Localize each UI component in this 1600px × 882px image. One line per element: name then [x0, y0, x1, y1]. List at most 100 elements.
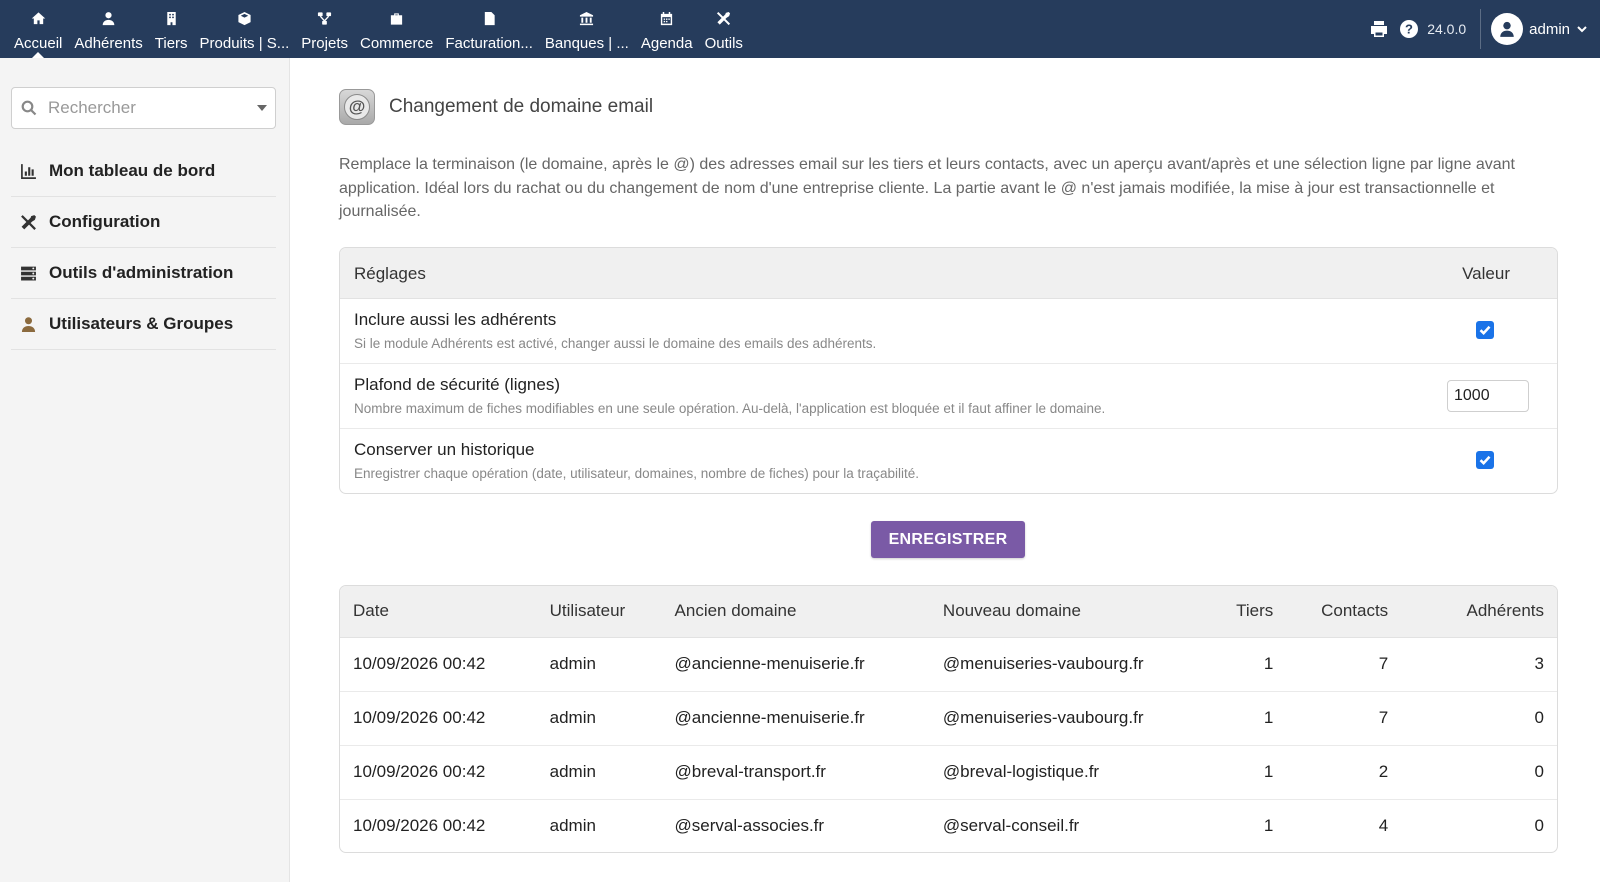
setting-keep-history: Conserver un historique Enregistrer chaq… [340, 429, 1557, 493]
cell-tiers: 1 [1263, 816, 1274, 836]
sidebar-item-users-groups[interactable]: Utilisateurs & Groupes [11, 299, 276, 350]
cell-members: 0 [1534, 816, 1544, 836]
nav-tiers[interactable]: Tiers [149, 0, 194, 58]
column-header-contacts[interactable]: Contacts [1286, 586, 1402, 638]
nav-label: Adhérents [74, 35, 143, 52]
safety-limit-input[interactable]: 1000 [1447, 380, 1529, 412]
settings-header-value: Valeur [1462, 264, 1510, 283]
cell-tiers: 1 [1163, 637, 1287, 692]
column-header-tiers[interactable]: Tiers [1163, 586, 1287, 638]
settings-panel: Réglages Valeur Inclure aussi les adhére… [339, 247, 1558, 494]
sidebar-item-label: Mon tableau de bord [49, 161, 216, 180]
column-header-user[interactable]: Utilisateur [536, 586, 662, 638]
page-header: @ Changement de domaine email [339, 88, 653, 126]
tools-icon [20, 214, 46, 231]
user-menu[interactable]: admin [1480, 9, 1588, 49]
page-description: Remplace la terminaison (le domaine, apr… [339, 156, 1515, 220]
server-icon [20, 265, 46, 282]
setting-help: Nombre maximum de fiches modifiables en … [354, 401, 1106, 416]
main-menu: Accueil Adhérents Tiers Produits | S... … [8, 0, 749, 58]
nav-outils[interactable]: Outils [699, 0, 749, 58]
invoice-icon [482, 10, 497, 26]
user-icon [20, 316, 46, 333]
cell-members: 3 [1401, 637, 1557, 692]
cell-date: 10/09/2026 00:42 [340, 745, 537, 800]
check-icon [1479, 325, 1491, 336]
table-row: 10/09/2026 00:42 admin @breval-transport… [340, 745, 1557, 800]
sidebar-item-label: Configuration [49, 212, 161, 231]
cell-user: admin [549, 816, 596, 836]
nav-produits[interactable]: Produits | S... [194, 0, 296, 58]
table-row: 10/09/2026 00:42 admin @ancienne-menuise… [340, 637, 1557, 692]
history-table: Date Utilisateur Ancien domaine Nouveau … [340, 586, 1557, 852]
cube-icon [237, 10, 252, 26]
column-header-old-domain[interactable]: Ancien domaine [661, 586, 930, 638]
page-title: Changement de domaine email [389, 96, 654, 117]
top-right-tools: ? 24.0.0 admin [1359, 0, 1588, 58]
cell-tiers: 1 [1163, 691, 1287, 746]
cell-contacts: 7 [1286, 637, 1402, 692]
nav-agenda[interactable]: Agenda [635, 0, 699, 58]
setting-safety-limit: Plafond de sécurité (lignes) Nombre maxi… [340, 364, 1557, 429]
column-header-members[interactable]: Adhérents [1401, 586, 1557, 638]
cell-old-domain: @breval-transport.fr [661, 745, 930, 800]
nav-label: Projets [301, 35, 348, 52]
nav-label: Banques | ... [544, 35, 629, 52]
setting-label: Inclure aussi les adhérents [354, 310, 557, 329]
nav-label: Outils [704, 35, 743, 52]
cell-tiers: 1 [1163, 745, 1287, 800]
sidebar: Rechercher Mon tableau de bord Configura… [0, 58, 290, 882]
search-input[interactable]: Rechercher [11, 87, 276, 129]
cell-user: admin [536, 745, 662, 800]
settings-header: Réglages Valeur [340, 248, 1557, 299]
cell-new-domain: @menuiseries-vaubourg.fr [929, 691, 1164, 746]
column-header-new-domain[interactable]: Nouveau domaine [929, 586, 1164, 638]
nav-banques[interactable]: Banques | ... [539, 0, 635, 58]
nav-label: Commerce [359, 35, 434, 52]
cell-members: 0 [1401, 691, 1557, 746]
sidebar-menu: Mon tableau de bord Configuration Outils… [11, 146, 276, 350]
keep-history-checkbox[interactable] [1476, 451, 1494, 469]
nav-label: Facturation... [445, 35, 533, 52]
setting-label: Conserver un historique [354, 440, 535, 459]
sidebar-item-dashboard[interactable]: Mon tableau de bord [11, 146, 276, 197]
sidebar-item-configuration[interactable]: Configuration [11, 197, 276, 248]
sidebar-item-label: Utilisateurs & Groupes [49, 314, 234, 333]
nav-facturation[interactable]: Facturation... [439, 0, 539, 58]
cell-contacts: 2 [1286, 745, 1402, 800]
include-members-checkbox[interactable] [1476, 321, 1494, 339]
nav-label: Tiers [154, 35, 188, 52]
cell-contacts: 7 [1286, 691, 1402, 746]
nav-commerce[interactable]: Commerce [354, 0, 439, 58]
home-icon [31, 10, 46, 26]
setting-help: Si le module Adhérents est activé, chang… [354, 336, 877, 351]
column-header-date[interactable]: Date [340, 586, 537, 638]
building-icon [164, 10, 179, 26]
help-icon[interactable]: ? [1399, 19, 1419, 39]
nav-label: Agenda [640, 35, 693, 52]
cell-old-domain: @serval-associes.fr [674, 816, 825, 836]
table-row: 10/09/2026 00:42 admin @serval-associes.… [340, 799, 1557, 852]
dropdown-caret-icon[interactable] [257, 105, 267, 111]
svg-text:?: ? [1405, 22, 1413, 37]
cell-new-domain: @breval-logistique.fr [929, 745, 1164, 800]
cell-date: 10/09/2026 00:42 [340, 691, 537, 746]
nav-adherents[interactable]: Adhérents [68, 0, 148, 58]
setting-help: Enregistrer chaque opération (date, util… [354, 466, 920, 481]
avatar [1491, 13, 1524, 45]
sidebar-item-admin-tools[interactable]: Outils d'administration [11, 248, 276, 299]
print-icon[interactable] [1369, 19, 1389, 39]
bank-icon [579, 10, 594, 26]
chevron-down-icon [1576, 23, 1588, 35]
search-placeholder: Rechercher [48, 98, 136, 117]
username: admin [1529, 20, 1570, 38]
nav-projets[interactable]: Projets [295, 0, 354, 58]
settings-header-label: Réglages [354, 264, 426, 283]
cell-members: 0 [1401, 745, 1557, 800]
project-icon [317, 10, 332, 26]
cell-user: admin [536, 637, 662, 692]
nav-accueil[interactable]: Accueil [8, 0, 68, 58]
setting-label: Plafond de sécurité (lignes) [354, 375, 561, 394]
save-button[interactable]: ENREGISTRER [871, 521, 1025, 558]
cell-date: 10/09/2026 00:42 [340, 637, 537, 692]
